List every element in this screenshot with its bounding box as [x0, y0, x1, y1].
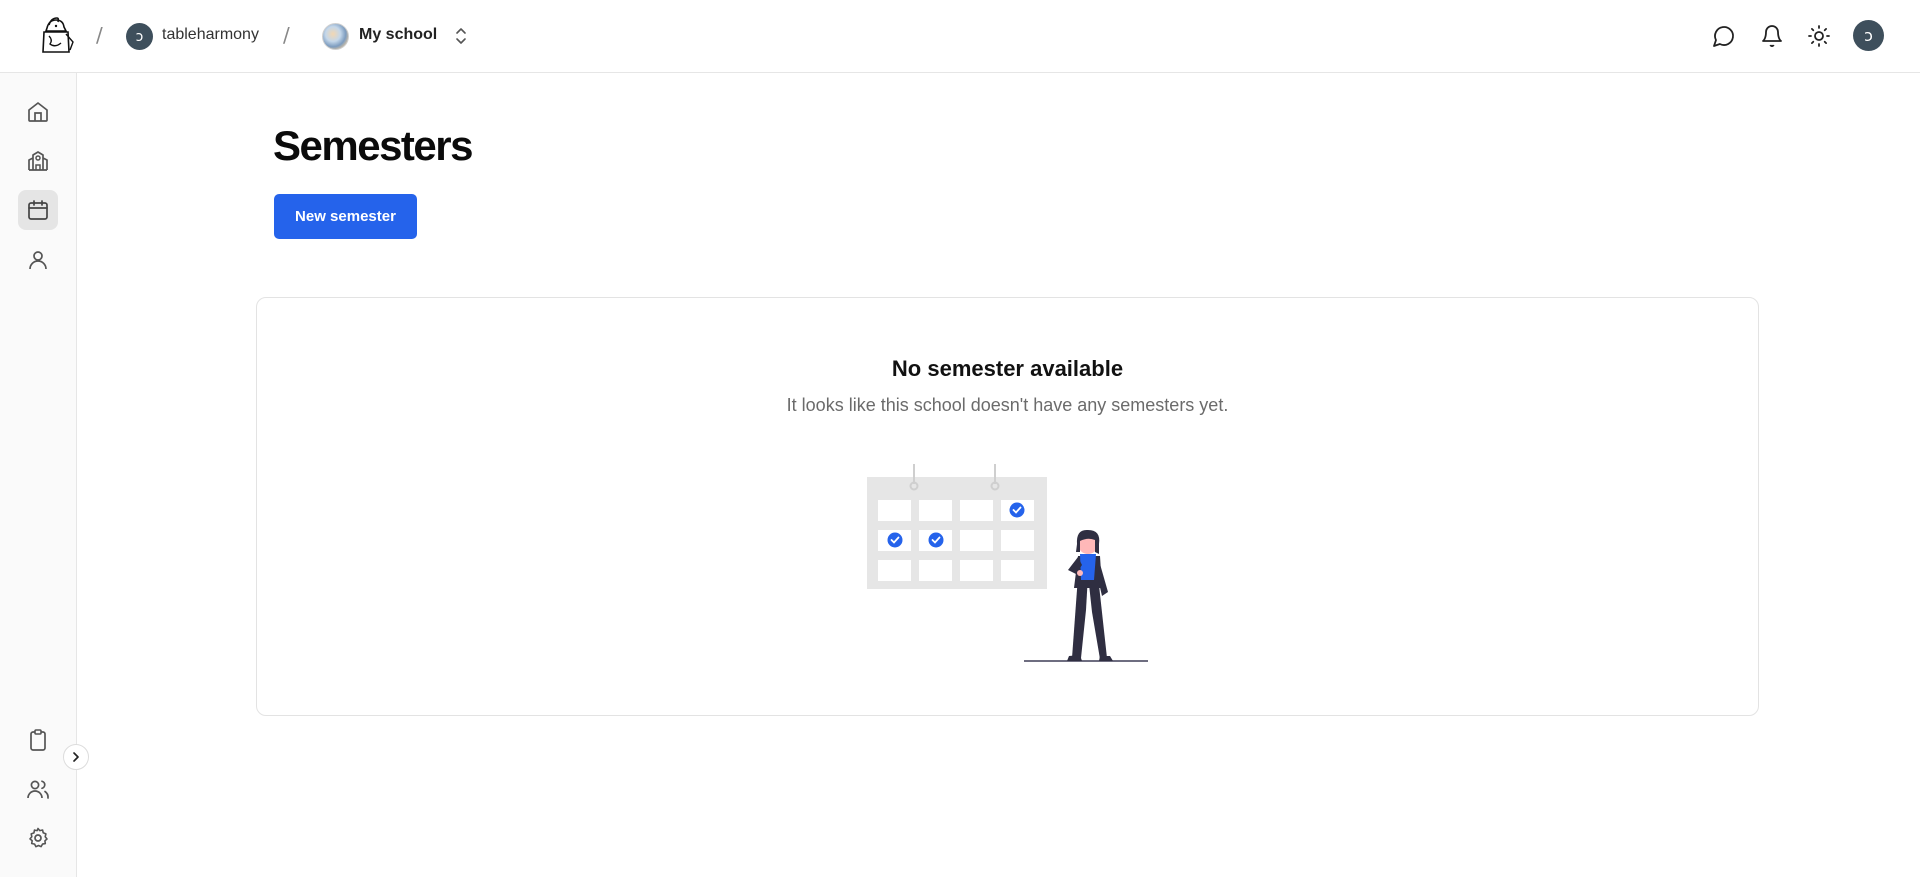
account-avatar-initial: ↄ — [1864, 26, 1873, 45]
breadcrumb-separator: / — [283, 23, 290, 47]
breadcrumb-user[interactable]: tableharmony — [162, 26, 259, 44]
app-logo-icon[interactable] — [35, 14, 77, 56]
sidebar-item-home[interactable] — [18, 92, 58, 132]
sidebar-item-settings[interactable] — [18, 818, 58, 858]
breadcrumb-separator: / — [96, 23, 103, 47]
bell-icon[interactable] — [1760, 24, 1784, 48]
top-bar: / ↄ tableharmony / My school ↄ — [0, 0, 1920, 73]
home-icon — [28, 102, 48, 122]
empty-state-description: It looks like this school doesn't have a… — [786, 395, 1229, 415]
sidebar-item-clipboard[interactable] — [18, 720, 58, 760]
chat-icon[interactable] — [1712, 24, 1736, 48]
sidebar-item-school[interactable] — [18, 141, 58, 181]
chevrons-up-down-icon[interactable] — [452, 24, 470, 48]
user-avatar-initial: ↄ — [135, 28, 144, 45]
chevron-right-icon — [73, 752, 79, 762]
sidebar-item-users[interactable] — [18, 769, 58, 809]
empty-calendar-illustration — [867, 464, 1148, 662]
sidebar — [0, 73, 89, 877]
user-avatar[interactable]: ↄ — [126, 23, 153, 50]
clipboard-icon — [30, 729, 46, 751]
school-logo[interactable] — [322, 23, 349, 50]
new-semester-button[interactable]: New semester — [274, 194, 417, 239]
users-icon — [27, 780, 49, 799]
breadcrumb-school[interactable]: My school — [359, 26, 437, 44]
sun-icon[interactable] — [1807, 24, 1831, 48]
sidebar-expand-button[interactable] — [63, 744, 89, 770]
gear-icon — [29, 827, 48, 848]
sidebar-item-semesters[interactable] — [18, 190, 58, 230]
empty-state-title: No semester available — [891, 356, 1124, 381]
user-icon — [29, 251, 47, 270]
sidebar-item-profile[interactable] — [18, 240, 58, 280]
school-icon — [28, 151, 48, 171]
page-title: Semesters — [273, 122, 473, 169]
account-avatar[interactable]: ↄ — [1853, 20, 1884, 51]
calendar-icon — [28, 200, 48, 220]
